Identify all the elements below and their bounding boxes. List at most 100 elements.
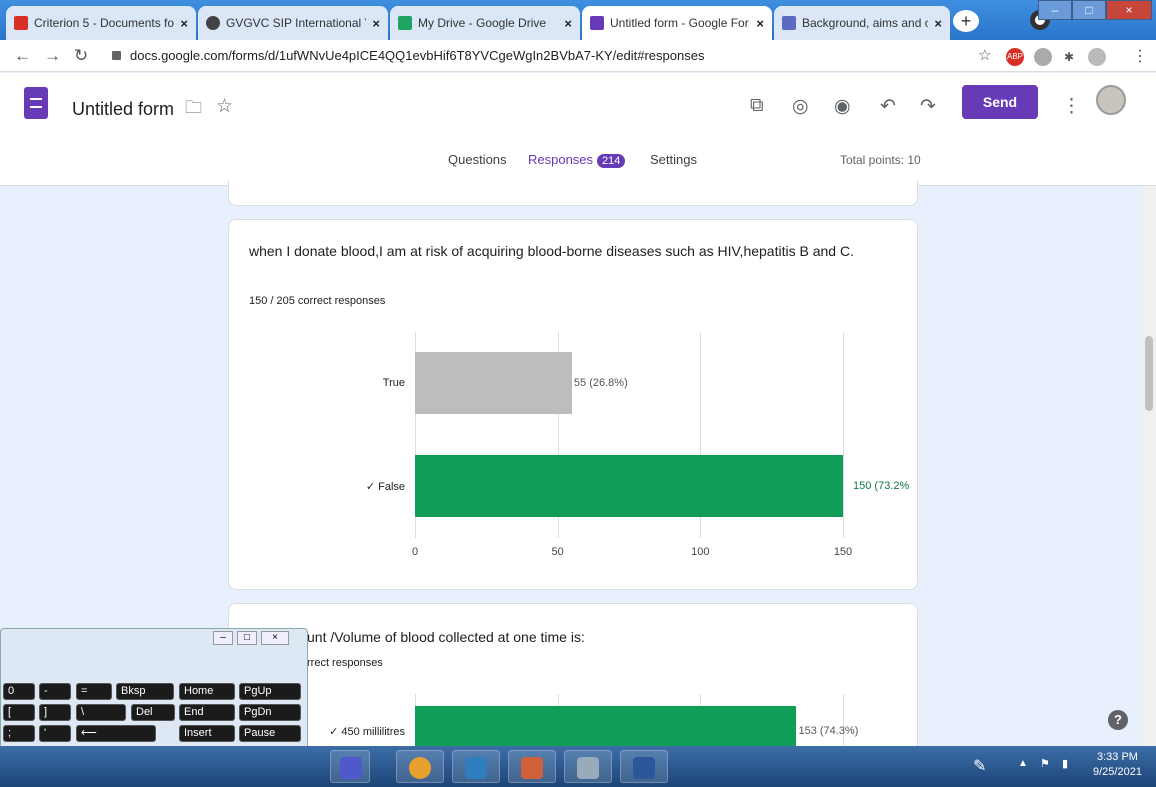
question-card: when I donate blood,I am at risk of acqu… bbox=[228, 219, 918, 590]
minimize-button[interactable]: – bbox=[1038, 0, 1072, 20]
bar bbox=[415, 455, 843, 517]
correct-responses-count: rrect responses bbox=[307, 657, 383, 669]
close-tab-icon[interactable]: × bbox=[180, 16, 188, 31]
forms-icon bbox=[590, 16, 604, 30]
correct-responses-count: 150 / 205 correct responses bbox=[249, 295, 386, 307]
forward-icon[interactable]: → bbox=[44, 46, 61, 66]
browser-tab[interactable]: GVGVC SIP International Yo × bbox=[198, 6, 388, 40]
addons-icon[interactable]: ⧉ bbox=[750, 95, 764, 117]
x-tick-label: 50 bbox=[551, 546, 564, 558]
keyboard-key[interactable]: Insert bbox=[179, 725, 235, 742]
forms-header: Untitled form 🗀 ☆ ⧉ ◎ ◉ ↶ ↷ Send ⋮ Quest… bbox=[0, 73, 1156, 186]
more-options-icon[interactable]: ⋮ bbox=[1062, 95, 1081, 118]
tab-responses[interactable]: Responses 214 bbox=[528, 152, 626, 168]
data-label: 153 (74.3%) bbox=[798, 725, 859, 737]
keyboard-key[interactable]: PgUp bbox=[239, 683, 301, 700]
page-scrollbar[interactable] bbox=[1142, 186, 1156, 746]
pen-tray-icon[interactable]: ✎ bbox=[973, 756, 986, 776]
keyboard-key[interactable]: = bbox=[76, 683, 112, 700]
explorer-taskbar-button[interactable] bbox=[452, 750, 500, 783]
question-title: when I donate blood,I am at risk of acqu… bbox=[249, 243, 854, 259]
adblock-icon[interactable]: ABP bbox=[1006, 48, 1024, 66]
star-icon[interactable]: ☆ bbox=[216, 95, 233, 118]
scrollbar-thumb[interactable] bbox=[1145, 336, 1153, 411]
data-label: 55 (26.8%) bbox=[573, 377, 628, 389]
window-controls: – □ × bbox=[1038, 0, 1152, 20]
app-taskbar-button[interactable] bbox=[564, 750, 612, 783]
gmail-icon bbox=[14, 16, 28, 30]
data-label: 150 (73.2% bbox=[853, 480, 910, 492]
undo-icon[interactable]: ↶ bbox=[880, 95, 896, 118]
previous-question-card bbox=[228, 180, 918, 206]
send-button[interactable]: Send bbox=[962, 85, 1038, 119]
back-icon[interactable]: ← bbox=[14, 46, 31, 66]
menu-dots-icon[interactable]: ⋮ bbox=[1132, 46, 1148, 66]
maximize-button[interactable]: □ bbox=[1072, 0, 1106, 20]
teams-taskbar-button[interactable] bbox=[330, 750, 370, 783]
form-title[interactable]: Untitled form bbox=[72, 99, 174, 120]
keyboard-key[interactable]: Home bbox=[179, 683, 235, 700]
keyboard-key[interactable]: Del bbox=[131, 704, 175, 721]
signal-tray-icon[interactable]: ▮ bbox=[1062, 757, 1068, 770]
browser-tab-active[interactable]: Untitled form - Google For × bbox=[582, 6, 772, 40]
keyboard-key[interactable]: End bbox=[179, 704, 235, 721]
osk-close-button[interactable]: × bbox=[261, 631, 289, 645]
keyboard-key[interactable]: 0 bbox=[3, 683, 35, 700]
keyboard-key[interactable]: - bbox=[39, 683, 71, 700]
taskbar-clock[interactable]: 3:33 PM 9/25/2021 bbox=[1093, 750, 1142, 780]
keyboard-key[interactable]: ' bbox=[39, 725, 71, 742]
browser-tab[interactable]: Background, aims and obje× bbox=[774, 6, 950, 40]
avatar[interactable] bbox=[1096, 85, 1126, 115]
responses-count-badge: 214 bbox=[597, 154, 626, 168]
close-tab-icon[interactable]: × bbox=[564, 16, 572, 31]
browser-tab[interactable]: My Drive - Google Drive × bbox=[390, 6, 580, 40]
chrome-taskbar-button[interactable] bbox=[396, 750, 444, 783]
keyboard-key[interactable]: ] bbox=[39, 704, 71, 721]
keyboard-key[interactable]: ; bbox=[3, 725, 35, 742]
osk-minimize-button[interactable]: – bbox=[213, 631, 233, 645]
bookmark-star-icon[interactable]: ☆ bbox=[978, 46, 991, 64]
keyboard-key[interactable]: [ bbox=[3, 704, 35, 721]
x-tick-label: 150 bbox=[833, 546, 853, 558]
keyboard-key[interactable]: Pause bbox=[239, 725, 301, 742]
tab-settings[interactable]: Settings bbox=[650, 152, 697, 167]
close-tab-icon[interactable]: × bbox=[934, 16, 942, 31]
puzzle-icon[interactable]: ✱ bbox=[1060, 48, 1078, 66]
flag-tray-icon[interactable]: ⚑ bbox=[1040, 757, 1050, 770]
word-taskbar-button[interactable] bbox=[620, 750, 668, 783]
x-tick-label: 100 bbox=[691, 546, 710, 558]
tab-questions[interactable]: Questions bbox=[448, 152, 507, 167]
site-icon bbox=[782, 16, 796, 30]
help-icon[interactable]: ? bbox=[1108, 710, 1128, 730]
address-bar[interactable]: docs.google.com/forms/d/1ufWNvUe4pICE4QQ… bbox=[108, 44, 968, 68]
x-tick-label: 0 bbox=[411, 546, 419, 558]
new-tab-button[interactable]: + bbox=[953, 10, 979, 32]
url-text: docs.google.com/forms/d/1ufWNvUe4pICE4QQ… bbox=[130, 48, 705, 63]
browser-tab[interactable]: Criterion 5 - Documents fo × bbox=[6, 6, 196, 40]
profile-avatar-icon[interactable] bbox=[1088, 48, 1106, 66]
close-tab-icon[interactable]: × bbox=[756, 16, 764, 31]
osk-maximize-button[interactable]: □ bbox=[237, 631, 257, 645]
powerpoint-taskbar-button[interactable] bbox=[508, 750, 556, 783]
folder-icon[interactable]: 🗀 bbox=[185, 95, 202, 124]
redo-icon[interactable]: ↷ bbox=[920, 95, 936, 118]
keyboard-key[interactable]: ⟵ bbox=[76, 725, 156, 742]
browser-tabstrip: Criterion 5 - Documents fo × GVGVC SIP In… bbox=[0, 0, 1156, 40]
preview-eye-icon[interactable]: ◉ bbox=[834, 95, 851, 118]
category-label: ✓ False bbox=[365, 481, 405, 493]
keyboard-key[interactable]: Bksp bbox=[116, 683, 174, 700]
keyboard-key[interactable]: \ bbox=[76, 704, 126, 721]
keyboard-key[interactable]: PgDn bbox=[239, 704, 301, 721]
forms-logo-icon[interactable] bbox=[24, 87, 48, 119]
drive-icon bbox=[398, 16, 412, 30]
lock-icon bbox=[112, 51, 121, 60]
question-title: unt /Volume of blood collected at one ti… bbox=[307, 629, 585, 645]
palette-icon[interactable]: ◎ bbox=[792, 95, 809, 118]
bar bbox=[415, 352, 572, 414]
close-window-button[interactable]: × bbox=[1106, 0, 1152, 20]
tray-expand-icon[interactable]: ▲ bbox=[1018, 758, 1028, 769]
extension-icon[interactable] bbox=[1034, 48, 1052, 66]
close-tab-icon[interactable]: × bbox=[372, 16, 380, 31]
gridline bbox=[843, 332, 844, 538]
reload-icon[interactable]: ↻ bbox=[74, 46, 88, 66]
